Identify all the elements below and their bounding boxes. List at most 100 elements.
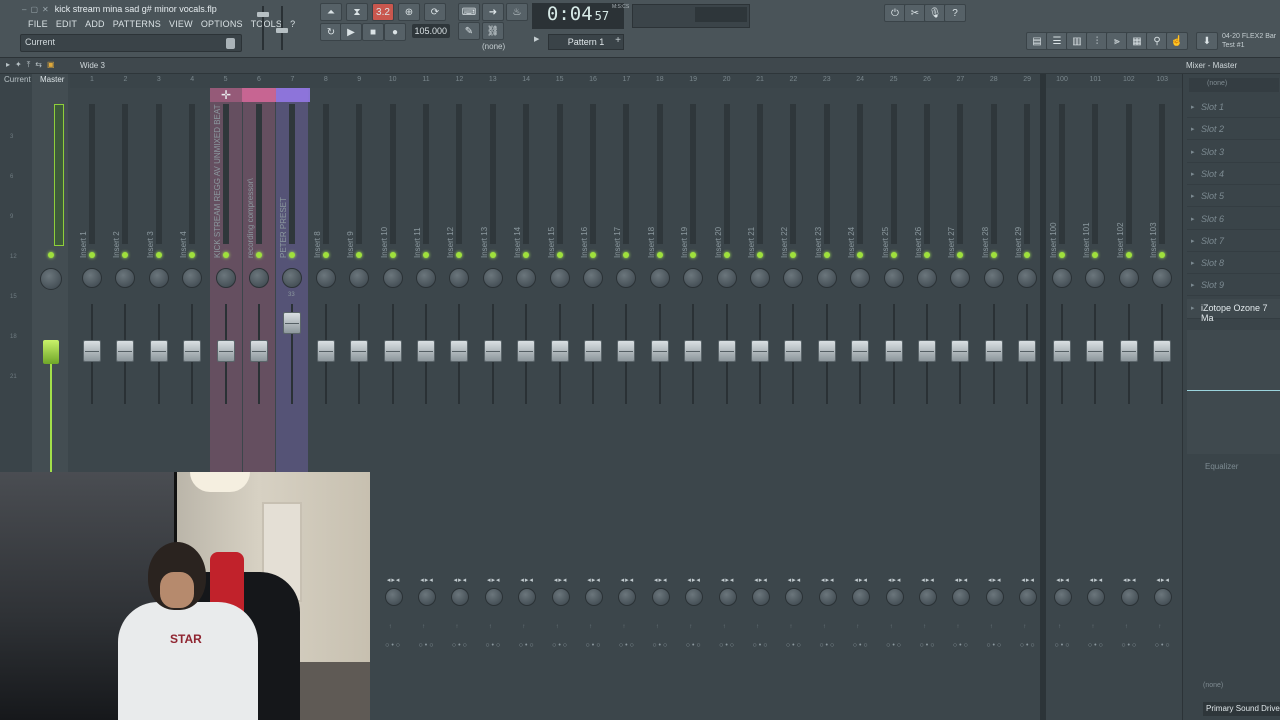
insert-name[interactable]: Insert 17: [610, 108, 642, 258]
volume-fader[interactable]: [1153, 340, 1172, 362]
volume-fader[interactable]: [1086, 340, 1105, 362]
metronome-button[interactable]: ⏶: [320, 3, 342, 21]
menu-help[interactable]: ?: [286, 19, 299, 29]
equalizer-graph[interactable]: [1187, 330, 1280, 454]
insert-name[interactable]: Insert 12: [443, 108, 475, 258]
stereo-separation-knob[interactable]: [685, 588, 704, 606]
mixer-insert-strip[interactable]: Insert 28 ◂▸◂ ↑ ○•○: [978, 88, 1010, 720]
wait-button[interactable]: ⧗: [346, 3, 368, 21]
stereo-separation-knob[interactable]: [985, 588, 1004, 606]
pan-knob[interactable]: [382, 268, 403, 288]
mixer-insert-strip[interactable]: Insert 12 ◂▸◂ ↑ ○•○: [443, 88, 475, 720]
volume-fader[interactable]: [817, 340, 836, 362]
insert-name[interactable]: Insert 25: [878, 108, 910, 258]
pan-knob[interactable]: [1017, 268, 1038, 288]
insert-enable-led[interactable]: [556, 252, 563, 258]
routing-dots[interactable]: ○•○: [846, 642, 876, 649]
routing-dots[interactable]: ○•○: [445, 642, 475, 649]
routing-dots[interactable]: ○•○: [1148, 642, 1178, 649]
pattern-play-icon[interactable]: ▶: [534, 35, 546, 49]
volume-fader[interactable]: [216, 340, 235, 362]
insert-enable-led[interactable]: [823, 252, 830, 258]
effect-slot[interactable]: ▸ Slot 3: [1187, 143, 1280, 163]
volume-fader[interactable]: [684, 340, 703, 362]
insert-name[interactable]: Insert 20: [711, 108, 743, 258]
menu-view[interactable]: VIEW: [165, 19, 197, 29]
stereo-separation-knob[interactable]: [518, 588, 537, 606]
insert-name[interactable]: Insert 103: [1146, 108, 1178, 258]
pan-knob[interactable]: [850, 268, 871, 288]
output-device-selector[interactable]: Primary Sound Drive: [1203, 702, 1280, 716]
hint-knob[interactable]: [226, 38, 235, 49]
routing-dots[interactable]: ○•○: [512, 642, 542, 649]
insert-enable-led[interactable]: [590, 252, 596, 258]
insert-enable-led[interactable]: [1059, 252, 1065, 258]
routing-dots[interactable]: ○•○: [679, 642, 709, 649]
pan-knob[interactable]: [115, 268, 136, 288]
mixer-insert-strip[interactable]: Insert 19 ◂▸◂ ↑ ○•○: [677, 88, 709, 720]
insert-name[interactable]: Insert 19: [677, 108, 709, 258]
pan-knob[interactable]: [215, 268, 236, 288]
insert-name[interactable]: Insert 24: [844, 108, 876, 258]
loop-record-button[interactable]: ⟳: [424, 3, 446, 21]
stereo-separation-knob[interactable]: [484, 588, 503, 606]
insert-enable-led[interactable]: [723, 252, 730, 258]
mixer-insert-strip[interactable]: Insert 102 ◂▸◂ ↑ ○•○: [1113, 88, 1145, 720]
routing-dots[interactable]: ○•○: [1081, 642, 1111, 649]
news-panel[interactable]: 04-20 FLEX2 Bar Test #1: [1222, 32, 1276, 50]
stereo-separation-knob[interactable]: [418, 588, 436, 606]
master-enable-led[interactable]: [48, 252, 54, 258]
mixer-layout-name[interactable]: Wide 3: [80, 61, 105, 70]
mixer-insert-strip[interactable]: Insert 103 ◂▸◂ ↑ ○•○: [1146, 88, 1178, 720]
insert-name[interactable]: Insert 29: [1011, 108, 1043, 258]
insert-enable-led[interactable]: [656, 252, 663, 258]
volume-fader[interactable]: [149, 340, 168, 362]
stop-button[interactable]: ■: [362, 23, 384, 41]
insert-enable-led[interactable]: [322, 252, 329, 258]
routing-arrows[interactable]: ◂▸◂: [479, 576, 509, 584]
insert-name[interactable]: Insert 27: [944, 108, 976, 258]
insert-name[interactable]: Insert 100: [1046, 108, 1078, 258]
mixer-insert-strip[interactable]: Insert 26 ◂▸◂ ↑ ○•○: [911, 88, 943, 720]
upload-icon[interactable]: ⤒: [27, 60, 31, 70]
stereo-separation-knob[interactable]: [752, 588, 770, 606]
volume-fader[interactable]: [250, 340, 268, 362]
menu-edit[interactable]: EDIT: [52, 19, 81, 29]
volume-fader[interactable]: [483, 340, 502, 362]
volume-fader[interactable]: [450, 340, 469, 362]
pan-knob[interactable]: [82, 268, 102, 288]
insert-name[interactable]: Insert 26: [911, 108, 943, 258]
volume-fader[interactable]: [417, 340, 435, 362]
pan-knob[interactable]: [549, 268, 570, 288]
record-button[interactable]: ●: [384, 23, 406, 41]
insert-name[interactable]: Insert 10: [377, 108, 409, 258]
effect-slot[interactable]: ▸ Slot 2: [1187, 120, 1280, 141]
insert-name[interactable]: KICK STREAM REGG AV UNMIXED BEAT: [210, 104, 242, 258]
routing-dots[interactable]: ○•○: [980, 642, 1010, 649]
volume-fader[interactable]: [183, 340, 202, 362]
pan-knob[interactable]: [883, 268, 904, 288]
insert-name[interactable]: Insert 3: [143, 108, 175, 258]
insert-name[interactable]: Insert 21: [744, 108, 776, 258]
routing-arrows[interactable]: ◂▸◂: [579, 576, 609, 584]
stereo-separation-knob[interactable]: [818, 588, 837, 606]
volume-fader[interactable]: [517, 340, 536, 362]
mixer-insert-strip[interactable]: Insert 100 ◂▸◂ ↑ ○•○: [1046, 88, 1078, 720]
volume-fader[interactable]: [951, 340, 970, 362]
output-selector-none[interactable]: (none): [1203, 682, 1223, 689]
piano-roll-button[interactable]: ▥: [1066, 32, 1088, 50]
routing-dots[interactable]: ○•○: [412, 642, 442, 649]
touch-button[interactable]: ☝: [1166, 32, 1188, 50]
mixer-insert-strip[interactable]: Insert 16 ◂▸◂ ↑ ○•○: [577, 88, 609, 720]
pan-knob[interactable]: [649, 268, 670, 288]
menu-add[interactable]: ADD: [81, 19, 109, 29]
menu-patterns[interactable]: PATTERNS: [109, 19, 165, 29]
insert-name[interactable]: Insert 14: [510, 108, 542, 258]
pan-knob[interactable]: [416, 268, 436, 288]
effect-slot[interactable]: ▸ Slot 1: [1187, 98, 1280, 118]
volume-fader[interactable]: [784, 340, 803, 362]
mixer-insert-strip[interactable]: Insert 11 ◂▸◂ ↑ ○•○: [410, 88, 442, 720]
pan-knob[interactable]: [917, 268, 937, 288]
stereo-separation-knob[interactable]: [451, 588, 470, 606]
mixer-insert-strip[interactable]: Insert 24 ◂▸◂ ↑ ○•○: [844, 88, 876, 720]
